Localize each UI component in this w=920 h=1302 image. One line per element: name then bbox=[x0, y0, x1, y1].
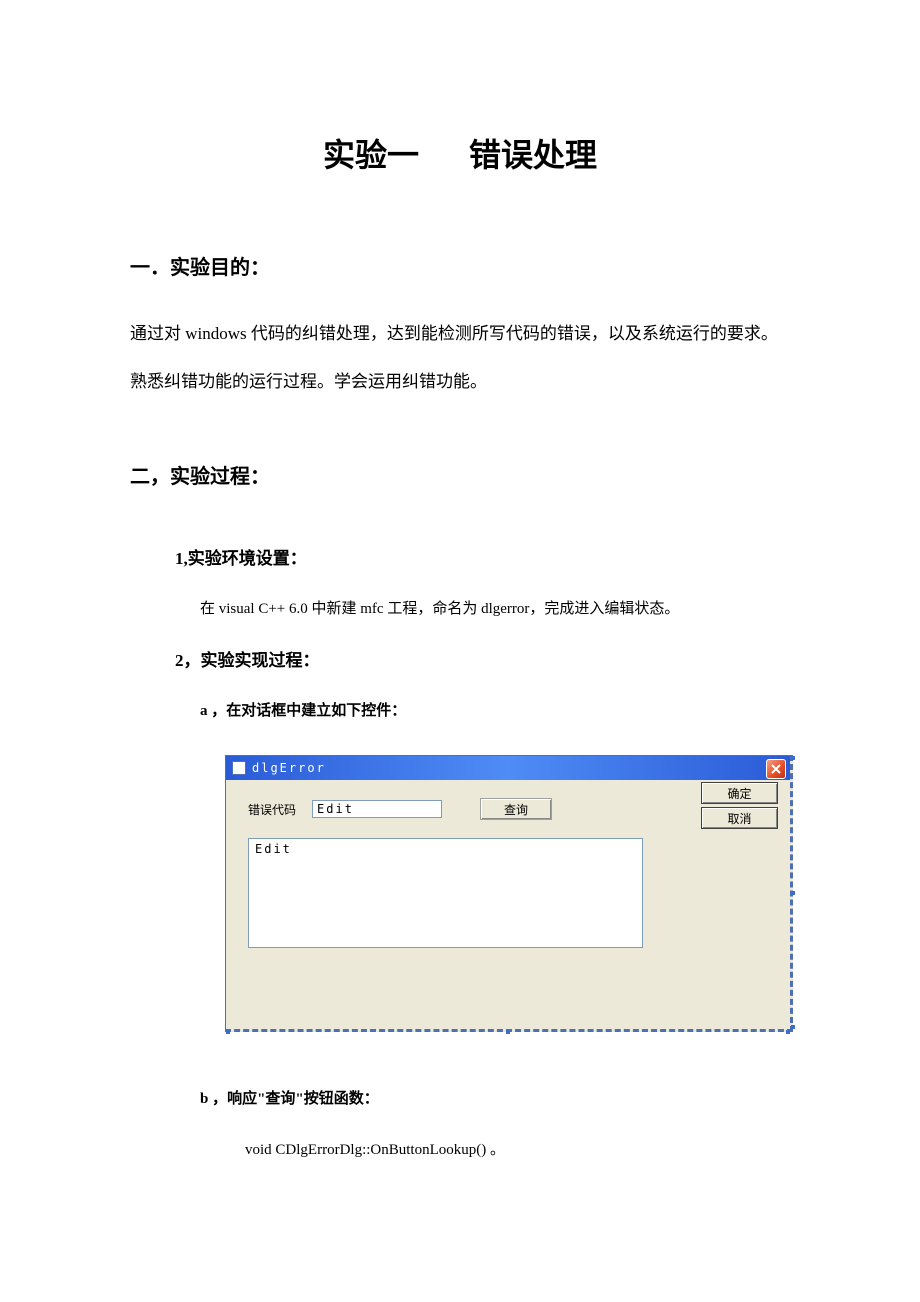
dialog-screenshot: dlgError 确定 取消 错误代码 Edit 查询 Edit bbox=[225, 755, 793, 1032]
cancel-button[interactable]: 取消 bbox=[701, 807, 778, 829]
title-part2: 错误处理 bbox=[469, 137, 597, 173]
app-icon bbox=[232, 761, 246, 775]
dialog-title: dlgError bbox=[252, 761, 326, 775]
sub-1-text: 在 visual C++ 6.0 中新建 mfc 工程，命名为 dlgerror… bbox=[200, 597, 790, 618]
title-part1: 实验一 bbox=[323, 137, 419, 173]
document-title: 实验一 错误处理 bbox=[130, 130, 790, 176]
item-b-code: void CDlgErrorDlg::OnButtonLookup() 。 bbox=[245, 1138, 790, 1159]
query-button[interactable]: 查询 bbox=[480, 798, 552, 820]
error-code-input[interactable]: Edit bbox=[312, 800, 442, 818]
result-textarea[interactable]: Edit bbox=[248, 838, 643, 948]
sub-1-heading: 1,实验环境设置： bbox=[175, 544, 790, 569]
section-2-heading: 二，实验过程： bbox=[130, 460, 790, 489]
ok-button[interactable]: 确定 bbox=[701, 782, 778, 804]
item-a-heading: a ，在对话框中建立如下控件： bbox=[200, 699, 790, 720]
dialog-titlebar: dlgError bbox=[226, 756, 790, 780]
sub-2-heading: 2，实验实现过程： bbox=[175, 646, 790, 671]
item-b-heading: b ，响应"查询"按钮函数： bbox=[200, 1087, 790, 1108]
section-1-body: 通过对 windows 代码的纠错处理，达到能检测所写代码的错误，以及系统运行的… bbox=[130, 310, 790, 405]
section-1-heading: 一．实验目的： bbox=[130, 251, 790, 280]
close-icon[interactable] bbox=[766, 759, 786, 779]
error-code-label: 错误代码 bbox=[248, 801, 296, 818]
